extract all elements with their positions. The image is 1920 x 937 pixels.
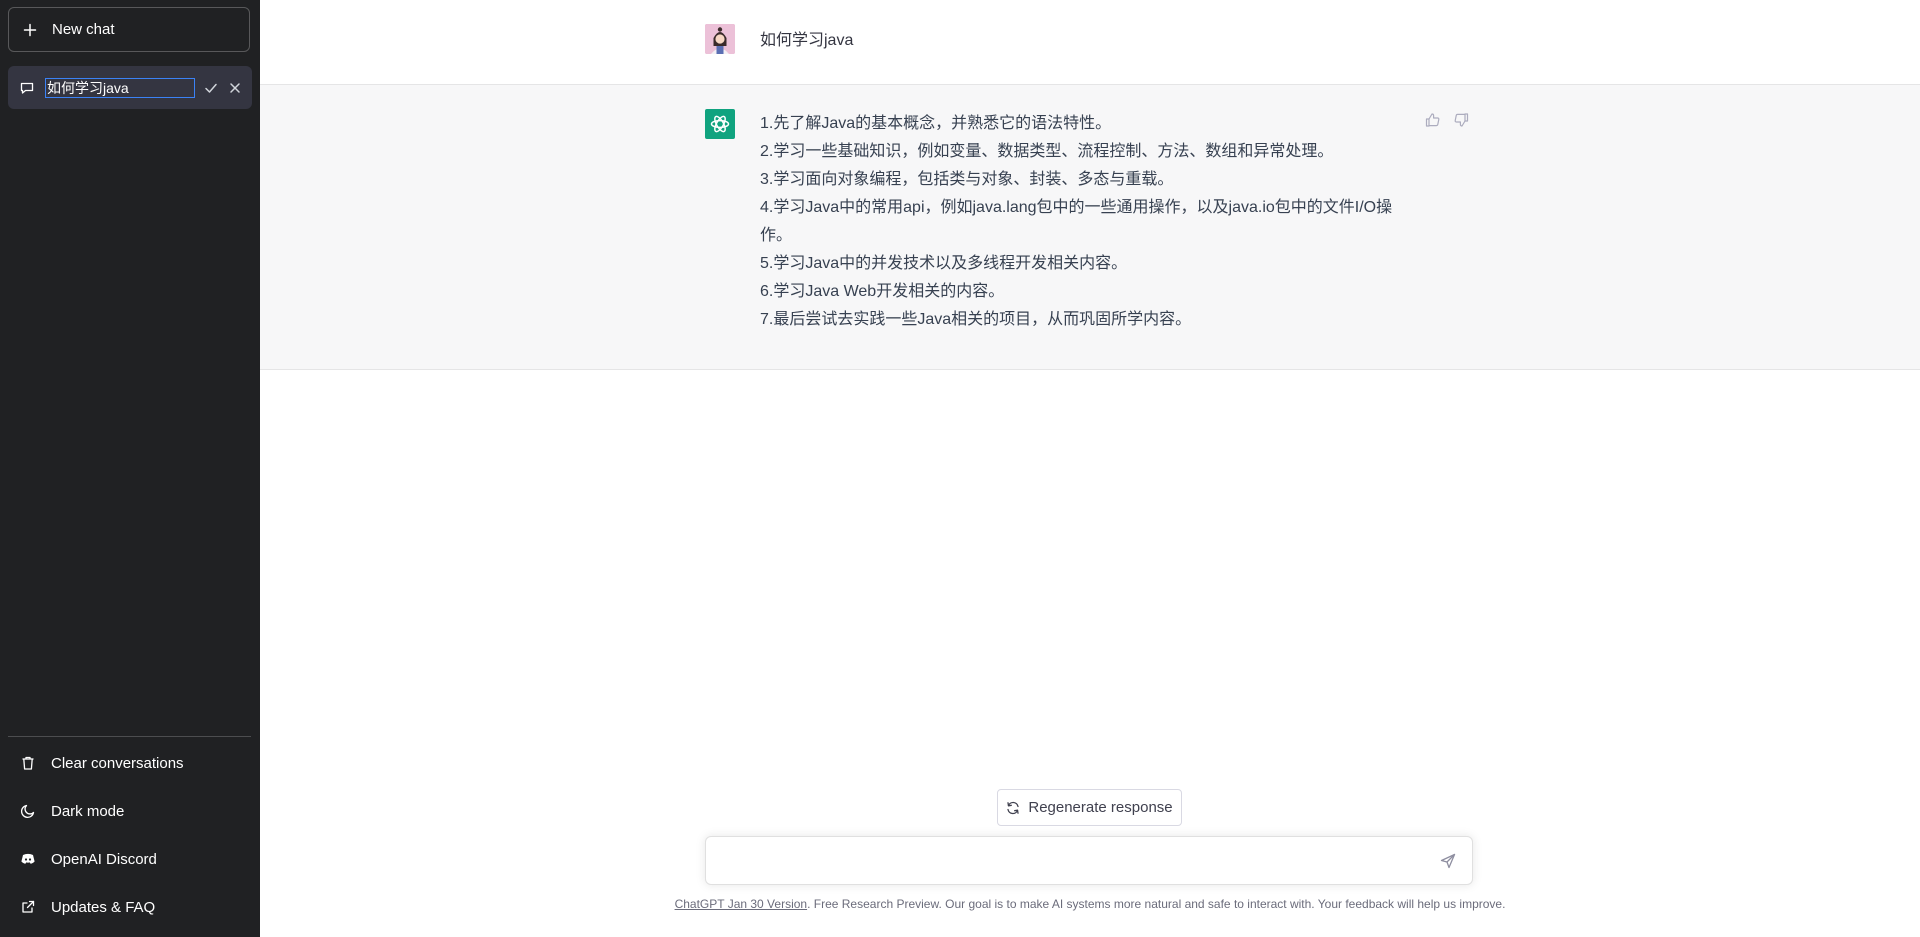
openai-discord-label: OpenAI Discord	[51, 850, 157, 868]
footer-disclaimer: ChatGPT Jan 30 Version. Free Research Pr…	[260, 897, 1920, 911]
answer-line: 6.学习Java Web开发相关的内容。	[760, 283, 1005, 300]
regenerate-response-label: Regenerate response	[1028, 799, 1173, 816]
dark-mode-label: Dark mode	[51, 802, 125, 820]
moon-icon	[20, 803, 36, 819]
trash-icon	[20, 755, 36, 771]
openai-discord-link[interactable]: OpenAI Discord	[8, 839, 251, 879]
clear-conversations-button[interactable]: Clear conversations	[8, 743, 251, 783]
plus-icon	[22, 22, 38, 38]
clear-conversations-label: Clear conversations	[51, 754, 184, 772]
conversation-item-active[interactable]	[8, 66, 252, 109]
answer-line: 3.学习面向对象编程，包括类与对象、封装、多态与重载。	[760, 171, 1174, 188]
chat-main: 如何学习java 1.先了解Java的基本概念，并熟悉它的语法特性。 2.学习一…	[260, 0, 1920, 937]
user-message-row: 如何学习java	[260, 0, 1920, 85]
external-link-icon	[20, 899, 36, 915]
close-icon[interactable]	[227, 80, 243, 96]
updates-faq-label: Updates & FAQ	[51, 898, 156, 916]
thumbs-down-icon[interactable]	[1453, 112, 1469, 128]
sidebar-divider	[8, 736, 251, 737]
conversation-title-input[interactable]	[45, 77, 195, 98]
user-message-text: 如何学习java	[760, 32, 854, 49]
assistant-message-row: 1.先了解Java的基本概念，并熟悉它的语法特性。 2.学习一些基础知识，例如变…	[260, 85, 1920, 370]
send-icon[interactable]	[1440, 853, 1456, 869]
thumbs-up-icon[interactable]	[1425, 112, 1441, 128]
discord-icon	[20, 851, 36, 867]
regenerate-response-button[interactable]: Regenerate response	[997, 789, 1182, 826]
version-link[interactable]: ChatGPT Jan 30 Version	[675, 897, 808, 911]
footer-text: . Free Research Preview. Our goal is to …	[807, 897, 1506, 911]
new-chat-label: New chat	[52, 21, 115, 38]
answer-line: 7.最后尝试去实践一些Java相关的项目，从而巩固所学内容。	[760, 311, 1192, 328]
assistant-message-text: 1.先了解Java的基本概念，并熟悉它的语法特性。 2.学习一些基础知识，例如变…	[760, 110, 1410, 334]
dark-mode-button[interactable]: Dark mode	[8, 791, 251, 831]
new-chat-button[interactable]: New chat	[8, 7, 250, 52]
message-composer	[705, 836, 1473, 885]
check-icon[interactable]	[203, 80, 219, 96]
openai-logo-icon	[705, 109, 735, 139]
message-input[interactable]	[720, 850, 1410, 872]
answer-line: 2.学习一些基础知识，例如变量、数据类型、流程控制、方法、数组和异常处理。	[760, 143, 1334, 160]
refresh-icon	[1006, 801, 1020, 815]
updates-faq-link[interactable]: Updates & FAQ	[8, 887, 251, 927]
answer-line: 5.学习Java中的并发技术以及多线程开发相关内容。	[760, 255, 1128, 272]
sidebar: New chat Clear conversations	[0, 0, 260, 937]
user-avatar	[705, 24, 735, 54]
chat-bubble-icon	[19, 80, 35, 96]
answer-line: 4.学习Java中的常用api，例如java.lang包中的一些通用操作，以及j…	[760, 199, 1393, 244]
answer-line: 1.先了解Java的基本概念，并熟悉它的语法特性。	[760, 115, 1112, 132]
